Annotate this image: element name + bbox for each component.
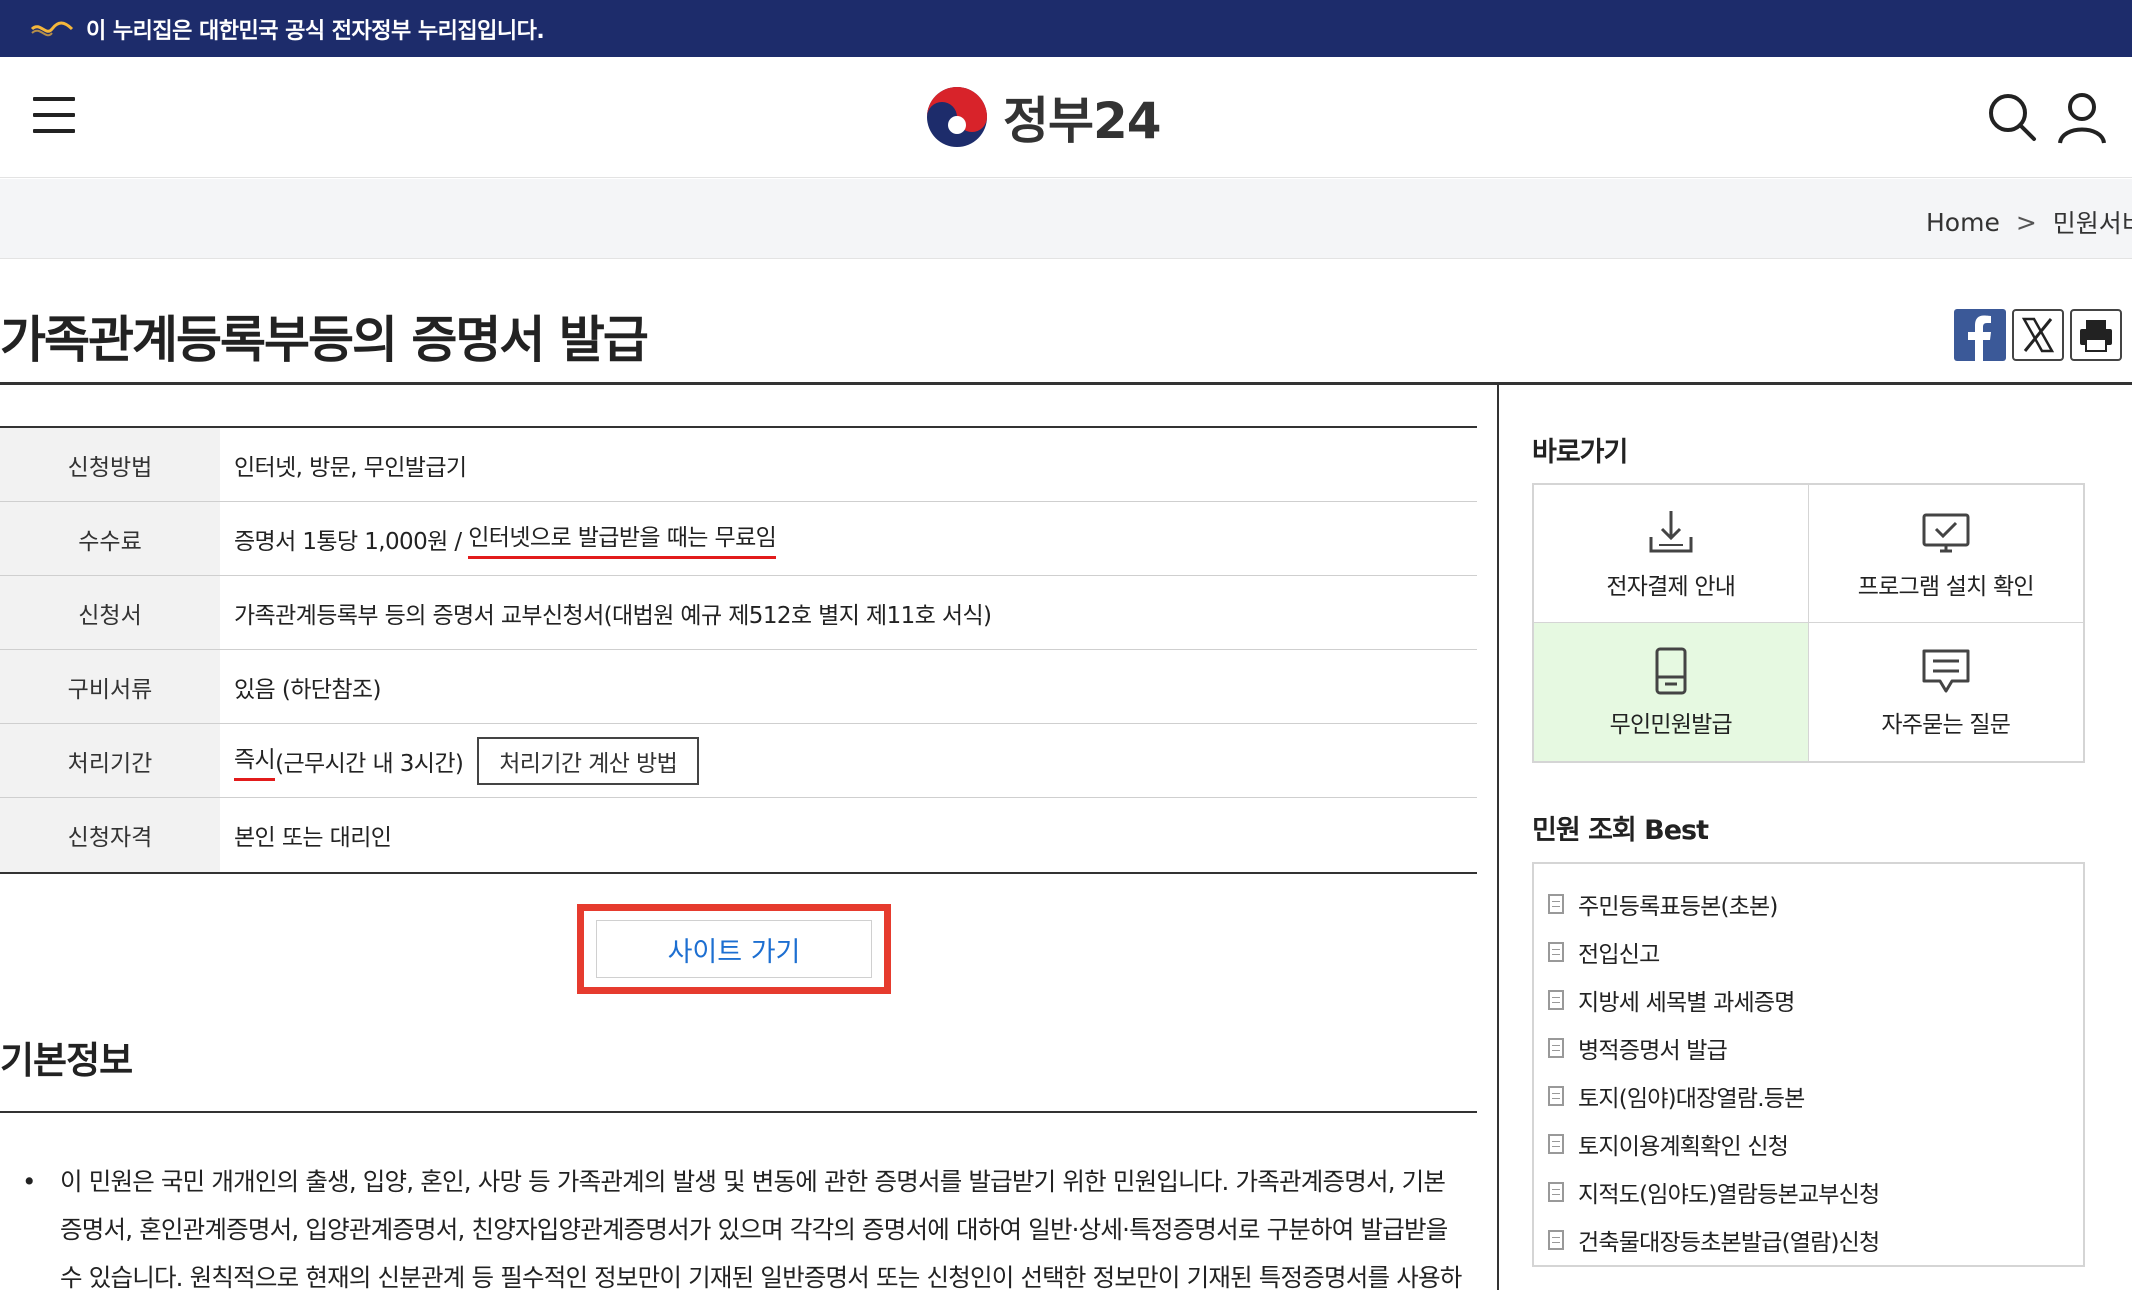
column-divider [1497,385,1499,1290]
best-item-label: 지적도(임야도)열람등본교부신청 [1578,1175,1879,1209]
row-value: 있음 (하단참조) [220,650,1477,723]
best-item-label: 건축물대장등초본발급(열람)신청 [1578,1223,1879,1257]
gov-banner-text: 이 누리집은 대한민국 공식 전자정부 누리집입니다. [86,13,544,45]
bullet: • [22,1158,36,1206]
description-text: 이 민원은 국민 개개인의 출생, 입양, 혼인, 사망 등 가족관계의 발생 … [60,1158,1462,1290]
best-item-building-register[interactable]: 건축물대장등초본발급(열람)신청 [1534,1216,2083,1264]
table-row: 신청서 가족관계등록부 등의 증명서 교부신청서(대법원 예규 제512호 별지… [0,576,1477,650]
document-icon [1548,894,1564,914]
search-icon[interactable] [1982,87,2042,147]
fee-free-highlight: 인터넷으로 발급받을 때는 무료임 [468,518,776,559]
user-icon[interactable] [2052,87,2112,147]
quick-link-label: 프로그램 설치 확인 [1858,567,2034,601]
quick-links-grid: 전자결제 안내 프로그램 설치 확인 무인민원발급 자주묻는 질문 [1532,483,2085,763]
processing-time-text: (근무시간 내 3시간) [275,744,463,778]
row-value: 가족관계등록부 등의 증명서 교부신청서(대법원 예규 제512호 별지 제11… [220,576,1477,649]
site-logo[interactable]: 정부24 [925,85,1161,149]
go-to-site-button[interactable]: 사이트 가기 [596,920,872,978]
row-label: 신청서 [0,576,220,649]
basic-info-description: • 이 민원은 국민 개개인의 출생, 입양, 혼인, 사망 등 가족관계의 발… [22,1158,1462,1290]
document-icon [1548,1086,1564,1106]
site-header: 정부24 [0,57,2132,178]
quick-link-label: 전자결제 안내 [1606,567,1735,601]
table-row: 구비서류 있음 (하단참조) [0,650,1477,724]
x-twitter-icon[interactable] [2012,309,2064,361]
best-item-military-cert[interactable]: 병적증명서 발급 [1534,1024,2083,1072]
document-icon [1548,1038,1564,1058]
chat-icon [1920,645,1972,697]
row-label: 구비서류 [0,650,220,723]
best-item-land-register[interactable]: 토지(임야)대장열람.등본 [1534,1072,2083,1120]
best-item-local-tax[interactable]: 지방세 세목별 과세증명 [1534,976,2083,1024]
site-button-highlight: 사이트 가기 [577,904,891,994]
title-divider [0,382,2132,385]
print-icon[interactable] [2070,309,2122,361]
table-row: 수수료 증명서 1통당 1,000원 / 인터넷으로 발급받을 때는 무료임 [0,502,1477,576]
row-label: 신청자격 [0,798,220,872]
quick-link-label: 자주묻는 질문 [1881,705,2010,739]
best-item-resident-register[interactable]: 주민등록표등본(초본) [1534,880,2083,928]
quick-links-title: 바로가기 [1532,430,1627,469]
best-list: 주민등록표등본(초본) 전입신고 지방세 세목별 과세증명 병적증명서 발급 토… [1532,862,2085,1267]
kiosk-icon [1645,645,1697,697]
quick-link-faq[interactable]: 자주묻는 질문 [1809,623,2084,761]
breadcrumb-home[interactable]: Home [1926,208,2000,237]
fee-text: 증명서 1통당 1,000원 / [234,522,468,556]
taegeuk-logo-icon [925,85,989,149]
best-item-label: 전입신고 [1578,935,1659,969]
row-value: 즉시 (근무시간 내 3시간) 처리기간 계산 방법 [220,724,1477,797]
info-table: 신청방법 인터넷, 방문, 무인발급기 수수료 증명서 1통당 1,000원 /… [0,426,1477,874]
document-icon [1548,1182,1564,1202]
row-label: 처리기간 [0,724,220,797]
row-label: 수수료 [0,502,220,575]
table-row: 신청자격 본인 또는 대리인 [0,798,1477,872]
breadcrumb: Home > 민원서비스 [1926,204,2132,240]
best-item-label: 토지(임야)대장열람.등본 [1578,1079,1804,1113]
quick-link-kiosk[interactable]: 무인민원발급 [1534,623,1809,761]
quick-link-e-payment[interactable]: 전자결제 안내 [1534,485,1809,623]
best-item-label: 토지이용계획확인 신청 [1578,1127,1788,1161]
facebook-icon[interactable] [1954,309,2006,361]
chevron-right-icon: > [2016,208,2037,237]
breadcrumb-bar: Home > 민원서비스 [0,179,2132,259]
best-item-move-in-report[interactable]: 전입신고 [1534,928,2083,976]
table-row: 처리기간 즉시 (근무시간 내 3시간) 처리기간 계산 방법 [0,724,1477,798]
best-title: 민원 조회 Best [1532,808,1708,847]
processing-time-calc-button[interactable]: 처리기간 계산 방법 [477,737,699,785]
row-label: 신청방법 [0,428,220,501]
download-icon [1645,507,1697,559]
row-value: 증명서 1통당 1,000원 / 인터넷으로 발급받을 때는 무료임 [220,502,1477,575]
row-value: 본인 또는 대리인 [220,798,1477,872]
best-item-label: 병적증명서 발급 [1578,1031,1727,1065]
basic-info-title: 기본정보 [0,1030,132,1084]
row-value: 인터넷, 방문, 무인발급기 [220,428,1477,501]
monitor-check-icon [1920,507,1972,559]
processing-immediate-highlight: 즉시 [234,740,275,781]
document-icon [1548,1230,1564,1250]
page-title: 가족관계등록부등의 증명서 발급 [0,300,647,372]
menu-icon[interactable] [33,97,75,137]
quick-link-label: 무인민원발급 [1610,705,1732,739]
document-icon [1548,942,1564,962]
breadcrumb-current[interactable]: 민원서비스 [2053,204,2132,240]
best-item-cadastral-map[interactable]: 지적도(임야도)열람등본교부신청 [1534,1168,2083,1216]
logo-text: 정부24 [1003,81,1161,153]
quick-link-program-check[interactable]: 프로그램 설치 확인 [1809,485,2084,623]
gov-banner: 이 누리집은 대한민국 공식 전자정부 누리집입니다. [0,0,2132,57]
best-item-label: 지방세 세목별 과세증명 [1578,983,1795,1017]
table-row: 신청방법 인터넷, 방문, 무인발급기 [0,428,1477,502]
document-icon [1548,990,1564,1010]
best-item-label: 주민등록표등본(초본) [1578,887,1778,921]
best-item-land-use-plan[interactable]: 토지이용계획확인 신청 [1534,1120,2083,1168]
document-icon [1548,1134,1564,1154]
section-divider [0,1111,1477,1113]
taegeuk-mark-icon [30,19,74,39]
